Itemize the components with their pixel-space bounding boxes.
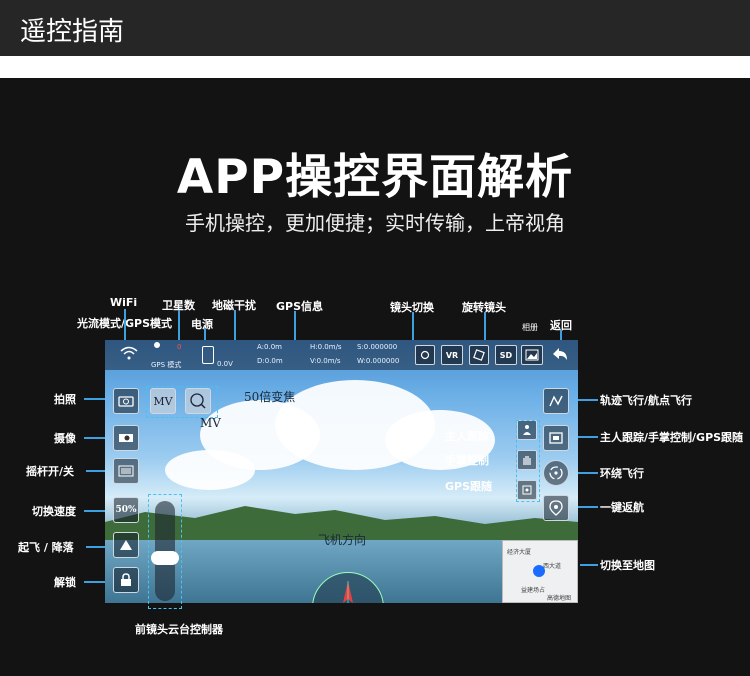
label-takeoff-land: 起飞 / 降落	[18, 541, 74, 554]
follow-modes-group	[516, 420, 540, 502]
rotate-icon	[473, 349, 485, 361]
compass-arrow-icon	[343, 581, 353, 603]
label-gps-info: GPS信息	[276, 300, 324, 313]
voltage-text: 0.0V	[217, 360, 233, 368]
hero-headline: APP操控界面解析	[176, 150, 574, 205]
label-owner-track: 主人跟踪	[445, 430, 489, 443]
page-title: 遥控指南	[20, 17, 125, 47]
connector-wifi	[124, 309, 126, 341]
connector-gps-info	[294, 311, 296, 341]
video-button[interactable]	[113, 425, 139, 451]
connector-satellites	[178, 310, 180, 341]
photo-button[interactable]	[113, 388, 139, 414]
vr-button[interactable]: VR	[441, 345, 463, 365]
battery-icon	[202, 346, 214, 364]
lock-icon	[121, 573, 131, 586]
follow-mode-button[interactable]	[543, 425, 569, 451]
label-video: 摄像	[54, 432, 76, 445]
hero-subline: 手机操控，更加便捷；实时传输，上帝视角	[185, 211, 565, 235]
unlock-button[interactable]	[113, 567, 139, 593]
orbit-button[interactable]	[543, 460, 569, 486]
return-home-button[interactable]	[543, 495, 569, 521]
takeoff-icon	[120, 540, 132, 550]
location-dot-icon	[533, 565, 545, 577]
waypoint-icon	[549, 395, 563, 407]
lens-switch-button[interactable]	[415, 345, 435, 365]
gps-a: A:0.0m	[257, 343, 282, 351]
label-waypoint: 轨迹飞行/航点飞行	[600, 394, 693, 407]
speed-button[interactable]: 50%	[113, 497, 139, 523]
connector-magnetic	[234, 310, 236, 341]
gps-s: S:0.000000	[357, 343, 398, 351]
gimbal-track[interactable]	[151, 501, 179, 601]
gps-w: W:0.000000	[357, 357, 400, 365]
gps-d: D:0.0m	[257, 357, 283, 365]
video-camera-icon	[119, 434, 133, 442]
map-place-1: 经济大厦	[507, 549, 532, 556]
joystick-icon	[118, 465, 134, 477]
camera-icon	[118, 396, 134, 407]
satellite-icon	[154, 342, 160, 348]
label-gimbal: 前镜头云台控制器	[135, 623, 223, 636]
flight-mode-text: GPS 模式	[151, 361, 182, 369]
wifi-icon	[120, 346, 138, 360]
label-mv: MV	[200, 416, 221, 430]
image-icon	[525, 349, 539, 361]
label-photo: 拍照	[54, 393, 76, 406]
label-zoom: 50倍变焦	[244, 390, 296, 404]
status-bar: GPS 模式 0 0.0V A:0.0m D:0.0m H:0.0m/s V:0…	[105, 340, 578, 370]
label-album: 相册	[522, 323, 538, 332]
location-pin-icon	[549, 500, 563, 516]
label-speed: 切换速度	[32, 505, 76, 518]
gimbal-controller[interactable]	[148, 494, 182, 609]
divider-band	[0, 56, 750, 78]
label-unlock: 解锁	[54, 576, 76, 589]
follow-icon	[549, 432, 563, 444]
label-wifi: WiFi	[110, 296, 138, 309]
map-place-3: 高德地图	[547, 595, 572, 602]
cloud	[165, 450, 255, 490]
connector-rotate	[484, 312, 486, 341]
satellite-count: 0	[177, 343, 182, 351]
connector-lens	[412, 312, 414, 341]
mini-map[interactable]: 经济大厦 西大道 益建场占 高德地图	[502, 540, 578, 603]
album-button[interactable]	[521, 345, 543, 365]
takeoff-land-button[interactable]	[113, 532, 139, 558]
label-power: 电源	[191, 318, 213, 331]
label-gps-follow: GPS跟随	[445, 480, 493, 493]
connector-map	[580, 564, 598, 566]
label-palm-control: 手掌控制	[445, 454, 489, 467]
zoom-group	[146, 386, 218, 418]
header-bar: 遥控指南	[0, 0, 750, 56]
gps-v: V:0.0m/s	[310, 357, 341, 365]
label-orbit: 环绕飞行	[600, 467, 644, 480]
gimbal-knob[interactable]	[151, 551, 179, 565]
orbit-icon	[549, 466, 563, 480]
label-follow-modes: 主人跟踪/手掌控制/GPS跟随	[600, 431, 744, 444]
camera-switch-icon	[420, 350, 430, 360]
back-arrow-icon	[553, 348, 567, 360]
joystick-toggle-button[interactable]	[113, 458, 139, 484]
label-heading: 飞机方向	[318, 533, 367, 547]
heading-compass	[312, 572, 384, 603]
rotate-lens-button[interactable]	[469, 345, 489, 365]
label-switch-map: 切换至地图	[600, 559, 655, 572]
label-return-home: 一键返航	[600, 501, 644, 514]
label-joystick: 摇杆开/关	[26, 465, 75, 478]
map-place-4: 益建场占	[521, 587, 546, 594]
sd-button[interactable]: SD	[495, 345, 517, 365]
map-place-2: 西大道	[543, 563, 562, 570]
back-button[interactable]	[551, 346, 569, 366]
waypoint-button[interactable]	[543, 388, 569, 414]
gps-h: H:0.0m/s	[310, 343, 342, 351]
